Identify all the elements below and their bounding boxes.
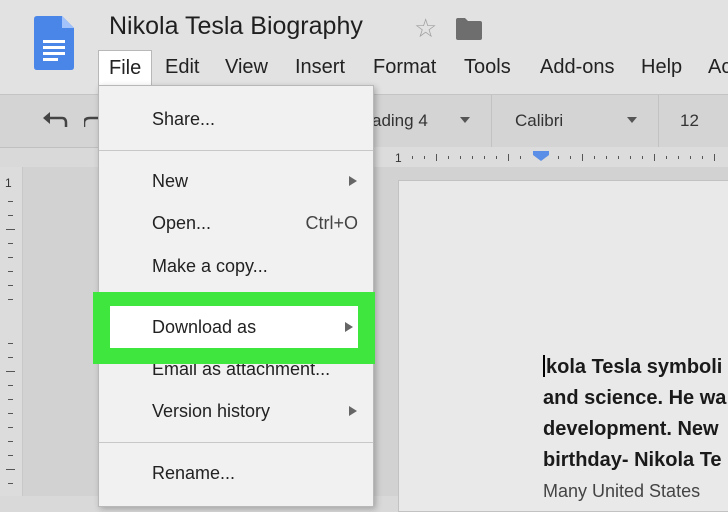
menu-item-rename[interactable]: Rename... [99, 453, 373, 493]
toolbar-divider [658, 95, 659, 147]
menu-item-new[interactable]: New [99, 161, 373, 201]
menu-item-share[interactable]: Share... [99, 99, 373, 139]
download-as-label: Download as [152, 317, 257, 337]
redo-icon[interactable] [84, 111, 98, 131]
vertical-ruler[interactable]: 1 [0, 167, 23, 496]
menu-accessibility[interactable]: Ac [708, 50, 728, 84]
font-size-input[interactable]: 12 [680, 95, 699, 147]
menu-file[interactable]: File [98, 50, 153, 86]
menu-view[interactable]: View [225, 50, 268, 84]
document-line: kola Tesla symboli [543, 352, 726, 383]
svg-text:1: 1 [395, 151, 402, 165]
shortcut-label: Ctrl+O [305, 213, 358, 233]
toolbar-divider [491, 95, 492, 147]
menu-format[interactable]: Format [373, 50, 436, 84]
document-body[interactable]: kola Tesla symboli and science. He wa de… [543, 352, 726, 507]
submenu-arrow-icon [349, 176, 357, 186]
menu-item-open[interactable]: Open... Ctrl+O [99, 203, 373, 243]
text-cursor [543, 355, 545, 377]
menu-help[interactable]: Help [641, 50, 682, 84]
submenu-arrow-icon [345, 322, 353, 332]
svg-text:1: 1 [5, 176, 12, 190]
horizontal-ruler[interactable]: 1 [374, 147, 728, 167]
document-line: Many United States [543, 481, 701, 501]
document-title[interactable]: Nikola Tesla Biography [109, 12, 363, 41]
chevron-down-icon [627, 117, 637, 123]
folder-icon[interactable] [456, 18, 482, 40]
menu-divider [99, 442, 373, 443]
chevron-down-icon [460, 117, 470, 123]
paragraph-style-select[interactable]: ading 4 [372, 95, 428, 147]
menu-addons[interactable]: Add-ons [540, 50, 615, 84]
google-docs-icon[interactable] [34, 16, 74, 70]
document-line: and science. He wa [543, 387, 727, 409]
menu-edit[interactable]: Edit [165, 50, 199, 84]
document-line: development. New [543, 418, 719, 440]
menu-divider [99, 150, 373, 151]
menu-insert[interactable]: Insert [295, 50, 345, 84]
star-icon[interactable]: ☆ [414, 12, 437, 44]
title-bar: Nikola Tesla Biography ☆ File Edit View … [0, 0, 728, 94]
menu-tools[interactable]: Tools [464, 50, 511, 84]
menu-item-version-history[interactable]: Version history [99, 391, 373, 431]
document-line: birthday- Nikola Te [543, 449, 722, 471]
font-select[interactable]: Calibri [515, 95, 563, 147]
submenu-arrow-icon [349, 406, 357, 416]
menu-item-make-copy[interactable]: Make a copy... [99, 246, 373, 286]
undo-icon[interactable] [42, 111, 68, 131]
